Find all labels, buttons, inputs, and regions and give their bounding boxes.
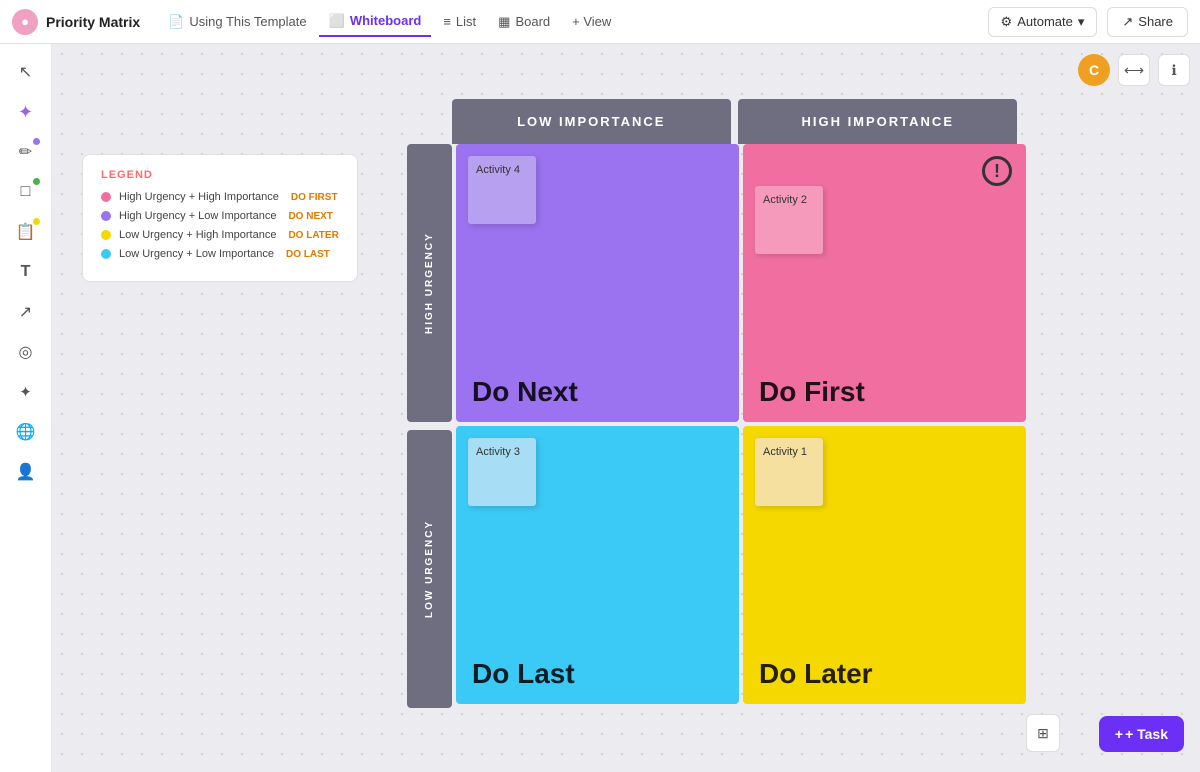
legend-item-do-next: High Urgency + Low Importance DO NEXT <box>101 210 339 222</box>
expand-icon: ⟷ <box>1124 62 1144 79</box>
magic-icon: ✦ <box>19 383 32 401</box>
tab-using-template[interactable]: 📄 Using This Template <box>158 8 317 36</box>
legend-dot-do-first <box>101 192 111 202</box>
plus-icon: + <box>1115 726 1123 742</box>
legend-badge-do-next: DO NEXT <box>288 211 332 222</box>
ai-tool[interactable]: ✦ <box>8 94 44 130</box>
person-tool[interactable]: 👤 <box>8 454 44 490</box>
connector-tool[interactable]: ↗ <box>8 294 44 330</box>
person-icon: 👤 <box>16 462 36 482</box>
tab-board[interactable]: ▦ Board <box>488 8 560 36</box>
avatar: C <box>1078 54 1110 86</box>
importance-icon: ! <box>982 156 1012 186</box>
canvas[interactable]: C ⟷ ℹ LEGEND High Urgency + High Importa… <box>52 44 1200 772</box>
legend-badge-do-later: DO LATER <box>288 230 338 241</box>
high-urgency-header: HIGH URGENCY <box>407 144 452 422</box>
ai-icon: ✦ <box>18 102 33 123</box>
legend-label-do-next: High Urgency + Low Importance <box>119 210 276 222</box>
using-template-icon: 📄 <box>168 14 184 30</box>
pen-tool[interactable]: ✏ <box>8 134 44 170</box>
info-button[interactable]: ℹ <box>1158 54 1190 86</box>
legend-label-do-later: Low Urgency + High Importance <box>119 229 276 241</box>
do-next-label: Do Next <box>472 376 578 408</box>
legend-dot-do-next <box>101 211 111 221</box>
pen-icon: ✏ <box>19 142 32 162</box>
legend-label-do-last: Low Urgency + Low Importance <box>119 248 274 260</box>
activity4-sticky[interactable]: Activity 4 <box>468 156 536 224</box>
toolbar: ↖ ✦ ✏ □ 📋 T ↗ ◎ ✦ 🌐 <box>0 44 52 772</box>
share-button[interactable]: ↗ Share <box>1107 7 1188 37</box>
cursor-icon: ↖ <box>19 62 32 82</box>
cursor-tool[interactable]: ↖ <box>8 54 44 90</box>
tab-list[interactable]: ≡ List <box>433 8 486 35</box>
legend-dot-do-last <box>101 249 111 259</box>
app-name: Priority Matrix <box>46 14 140 30</box>
list-icon: ≡ <box>443 14 451 29</box>
globe-icon: 🌐 <box>16 422 36 442</box>
grid-icon: ⊞ <box>1037 725 1049 742</box>
magic-tool[interactable]: ✦ <box>8 374 44 410</box>
shape-tool[interactable]: □ <box>8 174 44 210</box>
low-importance-header: LOW IMPORTANCE <box>452 99 731 144</box>
quadrants: Activity 4 Do Next ! Activity 2 Do <box>456 144 1026 708</box>
do-first-label: Do First <box>759 376 865 408</box>
text-tool[interactable]: T <box>8 254 44 290</box>
shape-icon: □ <box>21 183 31 201</box>
share-icon: ↗ <box>1122 14 1133 30</box>
high-importance-header: HIGH IMPORTANCE <box>738 99 1017 144</box>
main: ↖ ✦ ✏ □ 📋 T ↗ ◎ ✦ 🌐 <box>0 44 1200 772</box>
diagram-tool[interactable]: ◎ <box>8 334 44 370</box>
quadrant-do-next: Activity 4 Do Next <box>456 144 739 422</box>
chevron-down-icon: ▾ <box>1078 14 1085 30</box>
do-last-label: Do Last <box>472 658 575 690</box>
canvas-controls: C ⟷ ℹ <box>1078 54 1190 86</box>
header: ● Priority Matrix 📄 Using This Template … <box>0 0 1200 44</box>
task-button[interactable]: + + Task <box>1099 716 1184 752</box>
grid-view-button[interactable]: ⊞ <box>1026 714 1060 752</box>
legend-label-do-first: High Urgency + High Importance <box>119 191 279 203</box>
activity2-sticky[interactable]: Activity 2 <box>755 186 823 254</box>
do-later-label: Do Later <box>759 658 873 690</box>
expand-button[interactable]: ⟷ <box>1118 54 1150 86</box>
quadrant-do-first: ! Activity 2 Do First <box>743 144 1026 422</box>
text-icon: T <box>21 263 31 281</box>
legend-item-do-first: High Urgency + High Importance DO FIRST <box>101 191 339 203</box>
legend-item-do-last: Low Urgency + Low Importance DO LAST <box>101 248 339 260</box>
quadrant-do-later: Activity 1 Do Later <box>743 426 1026 704</box>
tab-view[interactable]: + View <box>562 8 621 35</box>
header-right: ⚙ Automate ▾ ↗ Share <box>988 7 1188 37</box>
logo-icon: ● <box>21 14 29 29</box>
tab-whiteboard[interactable]: ⬜ Whiteboard <box>319 7 432 37</box>
activity3-sticky[interactable]: Activity 3 <box>468 438 536 506</box>
nav-tabs: 📄 Using This Template ⬜ Whiteboard ≡ Lis… <box>158 7 621 37</box>
sticky-tool[interactable]: 📋 <box>8 214 44 250</box>
activity1-sticky[interactable]: Activity 1 <box>755 438 823 506</box>
legend-badge-do-last: DO LAST <box>286 249 330 260</box>
legend: LEGEND High Urgency + High Importance DO… <box>82 154 358 282</box>
board-icon: ▦ <box>498 14 510 30</box>
legend-dot-do-later <box>101 230 111 240</box>
globe-tool[interactable]: 🌐 <box>8 414 44 450</box>
row-headers: HIGH URGENCY LOW URGENCY <box>407 144 452 708</box>
matrix-column-headers: LOW IMPORTANCE HIGH IMPORTANCE <box>452 99 1017 144</box>
connector-icon: ↗ <box>19 302 32 322</box>
sticky-icon: 📋 <box>16 222 36 242</box>
automate-icon: ⚙ <box>1001 14 1013 30</box>
legend-item-do-later: Low Urgency + High Importance DO LATER <box>101 229 339 241</box>
legend-badge-do-first: DO FIRST <box>291 192 338 203</box>
quadrant-do-last: Activity 3 Do Last <box>456 426 739 704</box>
priority-matrix: LOW IMPORTANCE HIGH IMPORTANCE HIGH URGE… <box>407 99 1017 739</box>
low-urgency-header: LOW URGENCY <box>407 430 452 708</box>
diagram-icon: ◎ <box>19 342 33 362</box>
app-logo: ● <box>12 9 38 35</box>
legend-title: LEGEND <box>101 169 339 181</box>
task-label: + Task <box>1125 726 1168 742</box>
automate-button[interactable]: ⚙ Automate ▾ <box>988 7 1098 37</box>
whiteboard-icon: ⬜ <box>329 13 345 29</box>
info-icon: ℹ <box>1171 62 1176 79</box>
matrix-grid: HIGH URGENCY LOW URGENCY Activity 4 Do <box>407 144 1017 708</box>
